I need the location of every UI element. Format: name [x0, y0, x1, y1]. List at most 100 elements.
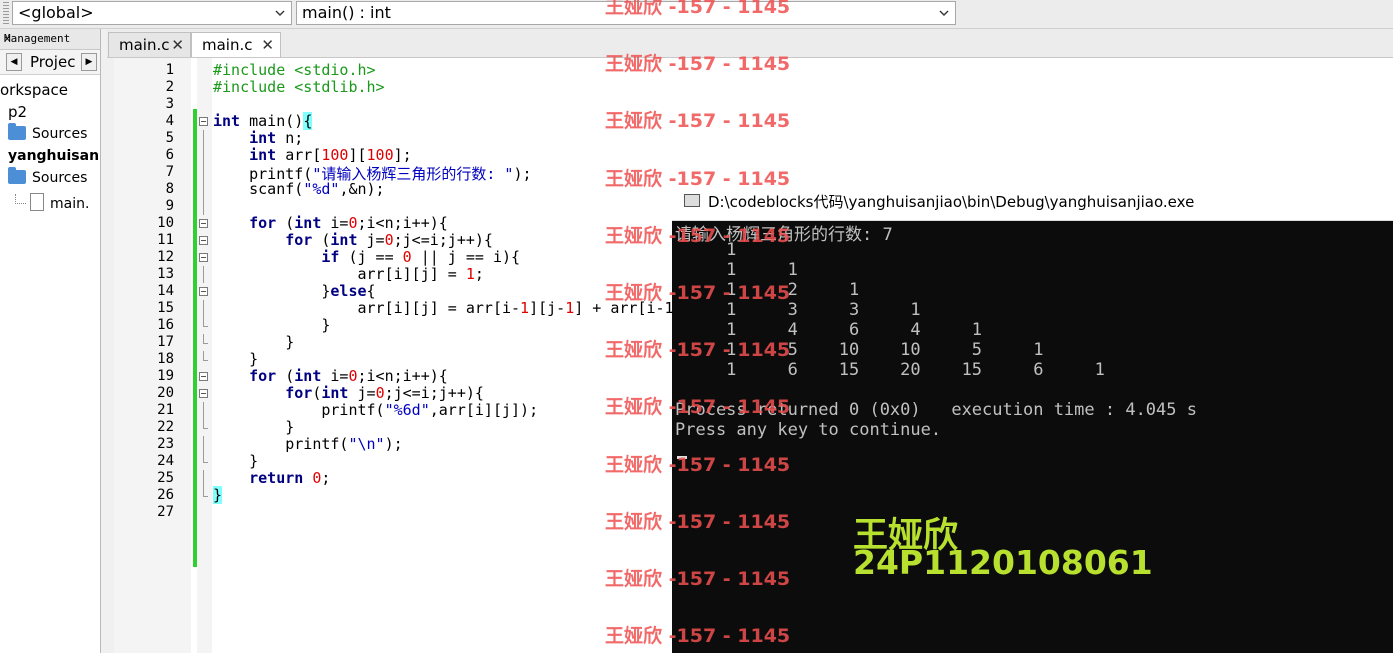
code-line: }: [213, 486, 223, 504]
tree-item-label: p2: [8, 103, 28, 121]
code-token: int: [321, 384, 349, 402]
code-token: ;j<=i;j++){: [384, 384, 484, 402]
line-number: 17: [157, 334, 174, 350]
code-token: 0: [375, 384, 385, 402]
line-number: 26: [157, 487, 174, 503]
code-token: ];: [393, 146, 412, 164]
management-tabs: ◀ Projec ▶: [0, 50, 100, 75]
line-number: 24: [157, 453, 174, 469]
tree-item-sources[interactable]: Sources: [8, 123, 87, 142]
code-token: (: [276, 214, 295, 232]
code-token: int: [249, 146, 277, 164]
scope-combo[interactable]: <global>: [12, 1, 292, 25]
management-panel: Management ✕ ◀ Projec ▶ orkspace p2 Sour…: [0, 29, 101, 653]
code-token: (j ==: [339, 248, 403, 266]
code-token: ;i<n;i++){: [357, 367, 448, 385]
code-token: for: [249, 214, 277, 232]
code-token: 0: [384, 231, 394, 249]
fold-guide: [203, 402, 204, 419]
tree-item-label: orkspace: [0, 81, 69, 99]
code-token: "\n": [348, 435, 385, 453]
code-token: arr[i][j] = arr[i-: [213, 299, 521, 317]
code-token: j=: [348, 384, 376, 402]
line-number: 16: [157, 317, 174, 333]
stamp-id: 24P1120108061: [853, 543, 1153, 582]
watermark-text: 王娅欣 -157 - 1145: [605, 224, 791, 247]
tab-projects[interactable]: Projec: [30, 53, 75, 71]
folder-icon: [8, 123, 26, 140]
code-token: (: [312, 231, 331, 249]
code-token: n;: [276, 129, 304, 147]
code-token: 1: [565, 299, 575, 317]
fold-toggle-icon[interactable]: [199, 236, 208, 245]
code-token: int: [294, 367, 322, 385]
line-number: 12: [157, 249, 174, 265]
close-icon[interactable]: ✕: [4, 32, 94, 45]
code-token: ;: [321, 469, 331, 487]
function-combo-value: main() : int: [302, 3, 391, 22]
tree-item-sources[interactable]: Sources: [8, 167, 88, 186]
code-token: j=: [357, 231, 385, 249]
watermark-text: 王娅欣 -157 - 1145: [605, 167, 791, 190]
tree-item-label: yanghuisan: [8, 148, 100, 164]
line-number: 25: [157, 470, 174, 486]
code-token: ][: [348, 146, 367, 164]
code-line: }: [213, 316, 330, 334]
code-line: }: [213, 418, 294, 436]
tree-item-project-yanghuisanjiao[interactable]: yanghuisan: [8, 148, 99, 164]
fold-toggle-icon[interactable]: [199, 389, 208, 398]
fold-end-marker: [203, 343, 208, 344]
close-icon[interactable]: ✕: [261, 33, 274, 57]
tree-item-file[interactable]: main.: [15, 193, 89, 212]
code-token: main(): [240, 112, 304, 130]
code-line: #include <stdlib.h>: [213, 78, 385, 96]
watermark-text: 王娅欣 -157 - 1145: [605, 568, 791, 590]
code-token: }: [213, 452, 259, 470]
code-line: printf("\n");: [213, 435, 402, 453]
fold-toggle-icon[interactable]: [199, 287, 208, 296]
scroll-right-button[interactable]: ▶: [81, 53, 97, 71]
chevron-down-icon: [275, 10, 285, 16]
code-token: ,arr[i][j]);: [429, 401, 539, 419]
code-token: printf(: [213, 435, 349, 453]
line-number: 15: [157, 300, 174, 316]
close-icon[interactable]: ✕: [171, 33, 184, 57]
watermark-text: 王娅欣 -157 - 1145: [605, 110, 791, 133]
scroll-left-button[interactable]: ◀: [6, 53, 22, 71]
tab-main-c-active[interactable]: main.c ✕: [191, 32, 281, 57]
code-token: "%6d": [384, 401, 430, 419]
fold-toggle-icon[interactable]: [199, 117, 208, 126]
fold-toggle-icon[interactable]: [199, 253, 208, 262]
fold-end-marker: [203, 496, 208, 497]
line-number: 8: [165, 181, 174, 197]
management-title-bar: Management ✕: [0, 29, 100, 50]
code-token: arr[i][j] =: [213, 265, 466, 283]
toolbar-grip[interactable]: [3, 2, 9, 24]
code-line: }else{: [213, 282, 375, 300]
watermark-text: 王娅欣 -157 - 1145: [605, 396, 791, 419]
fold-toggle-icon[interactable]: [199, 219, 208, 228]
fold-guide: [203, 334, 204, 343]
watermark-text: 王娅欣 -157 - 1145: [605, 625, 791, 648]
code-token: 0: [402, 248, 412, 266]
scope-combo-value: <global>: [18, 3, 94, 22]
code-line: for(int j=0;j<=i;j++){: [213, 384, 484, 402]
fold-end-marker: [203, 428, 208, 429]
tree-item-project[interactable]: p2: [8, 103, 27, 121]
line-number: 2: [165, 79, 174, 95]
tree-item-label: Sources: [32, 170, 88, 186]
code-token: }: [213, 418, 295, 436]
code-token: #include <stdlib.h>: [213, 78, 385, 96]
code-token: int: [294, 214, 322, 232]
fold-guide: [203, 164, 204, 181]
line-number: 5: [165, 130, 174, 146]
watermark-text: 王娅欣 -157 - 1145: [605, 510, 791, 533]
tree-item-workspace[interactable]: orkspace: [0, 81, 68, 99]
fold-margin: [197, 58, 212, 653]
watermark-text: 王娅欣 -157 - 1145: [605, 53, 791, 76]
code-line: int arr[100][100];: [213, 146, 412, 164]
fold-toggle-icon[interactable]: [199, 372, 208, 381]
tab-main-c[interactable]: main.c ✕: [108, 32, 191, 57]
